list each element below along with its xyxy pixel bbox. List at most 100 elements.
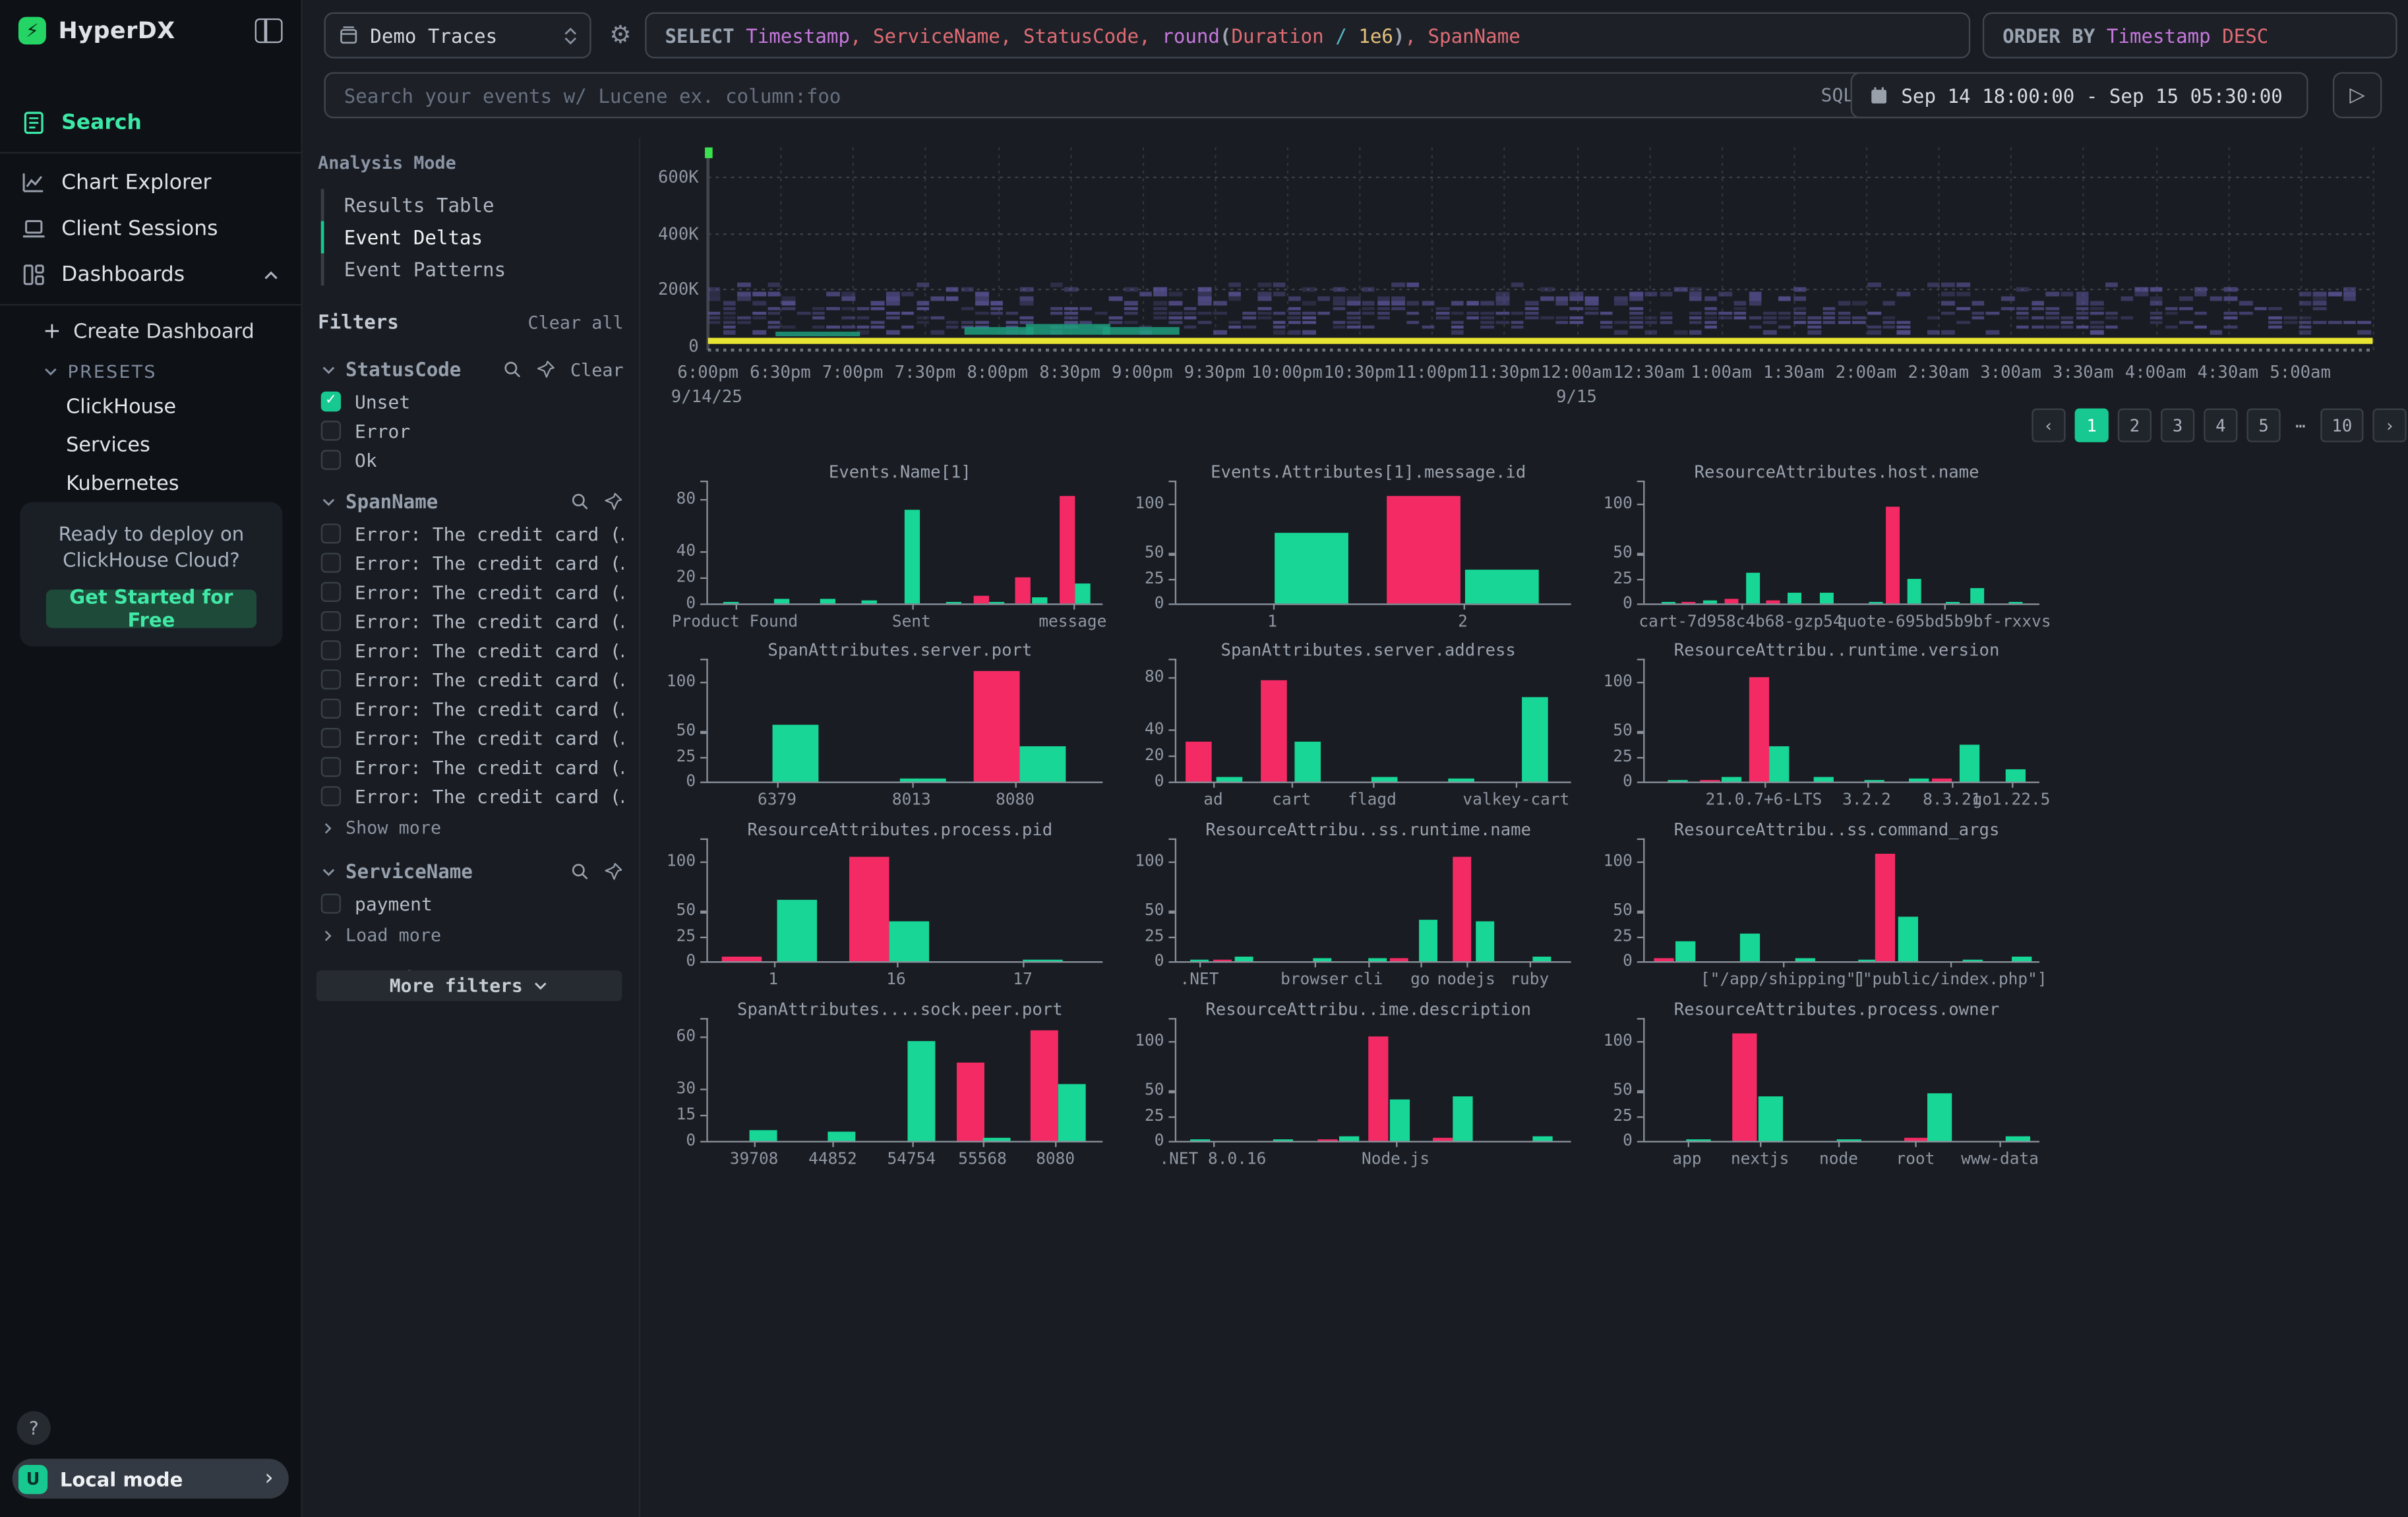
bar[interactable] xyxy=(1432,1138,1452,1141)
pin-icon[interactable] xyxy=(603,491,623,511)
bar[interactable] xyxy=(907,1042,934,1141)
help-button[interactable]: ? xyxy=(17,1411,51,1444)
checkbox[interactable] xyxy=(321,699,341,719)
bar[interactable] xyxy=(1724,599,1738,604)
bar[interactable] xyxy=(828,1132,856,1141)
sidebar-item-dashboards[interactable]: Dashboards xyxy=(0,252,301,298)
analysis-mode-item[interactable]: Event Patterns xyxy=(321,253,639,285)
bar[interactable] xyxy=(1522,696,1548,781)
sidebar-item-clickhouse[interactable]: ClickHouse xyxy=(0,388,301,427)
bar[interactable] xyxy=(2006,769,2026,782)
more-filters-button[interactable]: More filters xyxy=(316,970,622,1001)
bar[interactable] xyxy=(1857,960,1877,961)
page-button[interactable]: 10 xyxy=(2320,409,2363,442)
bar[interactable] xyxy=(1970,589,1984,604)
bar[interactable] xyxy=(1023,960,1064,961)
section-clear-button[interactable]: Clear xyxy=(570,359,624,380)
bar[interactable] xyxy=(1886,506,1900,603)
bar[interactable] xyxy=(723,601,738,603)
bar[interactable] xyxy=(1766,601,1780,604)
magnifier-icon[interactable] xyxy=(502,359,522,379)
bar[interactable] xyxy=(1654,958,1673,961)
bar[interactable] xyxy=(1722,777,1741,781)
bar[interactable] xyxy=(1368,958,1387,961)
bar[interactable] xyxy=(1533,1136,1553,1141)
search-input[interactable] xyxy=(341,82,1821,109)
bar[interactable] xyxy=(1945,602,1959,603)
page-prev-button[interactable]: ‹ xyxy=(2032,409,2065,442)
bar[interactable] xyxy=(956,1062,984,1141)
bar[interactable] xyxy=(1682,601,1696,603)
filter-checkbox-row[interactable]: payment xyxy=(303,889,639,918)
chevron-up-icon[interactable] xyxy=(262,266,280,283)
bar[interactable] xyxy=(1389,958,1408,961)
bar[interactable] xyxy=(2006,1136,2030,1141)
page-button[interactable]: 5 xyxy=(2246,409,2280,442)
bar[interactable] xyxy=(1795,958,1815,961)
bar[interactable] xyxy=(1908,779,1928,782)
bar[interactable] xyxy=(1927,1093,1951,1141)
checkbox[interactable] xyxy=(321,728,341,748)
bar[interactable] xyxy=(1863,780,1883,781)
bar[interactable] xyxy=(1217,777,1243,782)
filter-section-header[interactable]: StatusCodeClear xyxy=(303,342,639,387)
analysis-mode-item[interactable]: Results Table xyxy=(321,189,639,221)
bar[interactable] xyxy=(750,1131,777,1141)
filter-checkbox-row[interactable]: Error: The credit card (… xyxy=(303,519,639,548)
bar[interactable] xyxy=(1668,780,1687,781)
pin-icon[interactable] xyxy=(603,862,623,881)
bar[interactable] xyxy=(1075,584,1091,604)
analysis-mode-item[interactable]: Event Deltas xyxy=(321,221,639,253)
bar[interactable] xyxy=(1758,1096,1782,1141)
sidebar-item-services[interactable]: Services xyxy=(0,427,301,465)
filter-section-header[interactable]: SpanName xyxy=(303,475,639,520)
pin-icon[interactable] xyxy=(537,359,557,379)
bar[interactable] xyxy=(1030,1031,1058,1141)
local-mode-menu[interactable]: U Local mode › xyxy=(13,1459,289,1499)
bar[interactable] xyxy=(1814,777,1834,781)
run-query-button[interactable]: ▷ xyxy=(2333,72,2382,118)
bar[interactable] xyxy=(990,602,1005,603)
bar[interactable] xyxy=(1190,959,1209,961)
bar[interactable] xyxy=(1015,578,1031,604)
sidebar-item-client-sessions[interactable]: Client Sessions xyxy=(0,206,301,252)
bar[interactable] xyxy=(1837,1139,1861,1141)
bar[interactable] xyxy=(1661,602,1675,603)
bar[interactable] xyxy=(904,509,919,603)
bar[interactable] xyxy=(777,899,817,961)
filter-checkbox-row[interactable]: Error xyxy=(303,416,639,445)
bar[interactable] xyxy=(1740,934,1760,961)
bar[interactable] xyxy=(1453,856,1472,961)
bar[interactable] xyxy=(1675,941,1695,961)
timeline-chart[interactable]: 600K400K200K06:00pm6:30pm7:00pm7:30pm8:0… xyxy=(640,138,2408,446)
bar[interactable] xyxy=(1368,1036,1388,1141)
lang-sql[interactable]: SQL xyxy=(1821,84,1855,106)
page-button[interactable]: 3 xyxy=(2161,409,2194,442)
checkbox[interactable] xyxy=(321,582,341,602)
bar[interactable] xyxy=(1476,921,1495,961)
checkbox[interactable] xyxy=(321,523,341,543)
bar[interactable] xyxy=(820,599,835,603)
filter-checkbox-row[interactable]: Error: The credit card (… xyxy=(303,607,639,636)
checkbox[interactable] xyxy=(321,640,341,660)
get-started-button[interactable]: Get Started for Free xyxy=(46,589,256,628)
page-next-button[interactable]: › xyxy=(2372,409,2406,442)
order-by-input[interactable]: ORDER BY Timestamp DESC xyxy=(1983,13,2397,59)
bar[interactable] xyxy=(1020,746,1066,782)
bar[interactable] xyxy=(1821,593,1834,603)
bar[interactable] xyxy=(1745,572,1759,603)
show-more-button[interactable]: Load more xyxy=(303,918,639,952)
bar[interactable] xyxy=(1389,1099,1409,1141)
bar[interactable] xyxy=(1418,919,1437,961)
bar[interactable] xyxy=(1213,959,1231,961)
bar[interactable] xyxy=(1868,602,1882,603)
checkbox[interactable] xyxy=(321,894,341,914)
checkbox[interactable]: ✓ xyxy=(321,392,341,411)
bar[interactable] xyxy=(1058,1083,1085,1141)
bar[interactable] xyxy=(1453,1096,1473,1141)
checkbox[interactable] xyxy=(321,611,341,631)
filter-checkbox-row[interactable]: Error: The credit card (… xyxy=(303,694,639,723)
bar[interactable] xyxy=(1033,597,1048,603)
bar[interactable] xyxy=(1186,742,1212,782)
filter-checkbox-row[interactable]: Error: The credit card (… xyxy=(303,782,639,811)
